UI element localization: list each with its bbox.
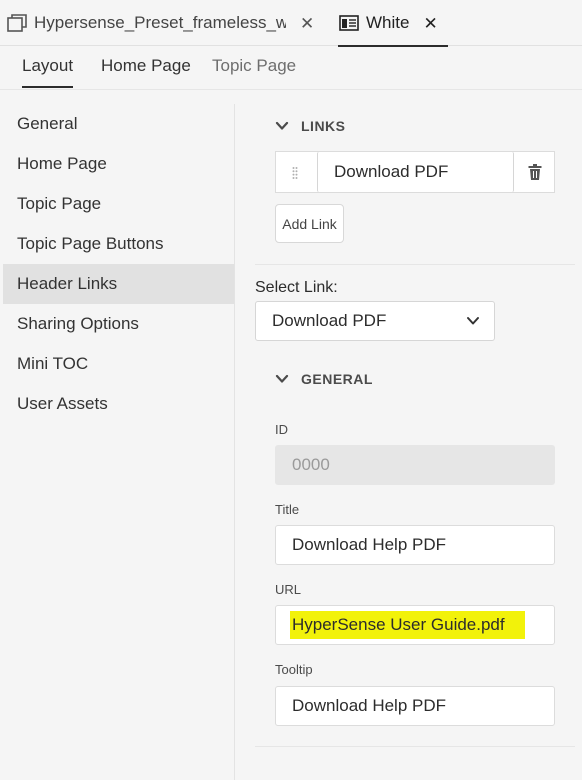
links-section-toggle[interactable]: LINKS: [275, 118, 346, 134]
nav-item-sharing-options[interactable]: Sharing Options: [0, 304, 234, 344]
settings-tab-bar: Layout Home Page Topic Page: [0, 46, 582, 90]
link-name-field[interactable]: Download PDF: [317, 152, 514, 192]
doc-tab-hypersense-preset[interactable]: Hypersense_Preset_frameless_w... ✕: [6, 0, 332, 46]
close-icon[interactable]: ✕: [423, 15, 437, 32]
nav-item-home-page[interactable]: Home Page: [0, 144, 234, 184]
header-links-panel: LINKS Download PDF Add Link Select Link:…: [235, 90, 582, 780]
links-section-title: LINKS: [301, 118, 346, 134]
drag-handle-icon[interactable]: [292, 166, 298, 180]
nav-item-topic-page[interactable]: Topic Page: [0, 184, 234, 224]
nav-item-header-links[interactable]: Header Links: [3, 264, 234, 304]
nav-item-topic-page-buttons[interactable]: Topic Page Buttons: [0, 224, 234, 264]
doc-tab-white[interactable]: White ✕: [338, 0, 448, 47]
id-label: ID: [275, 422, 288, 437]
section-divider: [255, 746, 575, 747]
tooltip-field[interactable]: Download Help PDF: [275, 686, 555, 726]
title-field[interactable]: Download Help PDF: [275, 525, 555, 565]
document-tab-bar: Hypersense_Preset_frameless_w... ✕ White…: [0, 0, 582, 47]
section-divider: [255, 264, 575, 265]
chevron-down-icon: [275, 121, 289, 130]
url-label: URL: [275, 582, 302, 597]
tooltip-label: Tooltip: [275, 662, 313, 677]
window-icon: [6, 12, 28, 34]
layout-icon: [338, 12, 360, 34]
general-section-toggle[interactable]: GENERAL: [275, 371, 373, 387]
select-link-label: Select Link:: [255, 279, 338, 296]
add-link-button[interactable]: Add Link: [275, 204, 344, 243]
tab-home-page[interactable]: Home Page: [101, 56, 191, 76]
title-label: Title: [275, 502, 300, 517]
doc-tab-label: Hypersense_Preset_frameless_w...: [34, 13, 286, 32]
link-row: Download PDF: [275, 151, 555, 193]
select-link-value: Download PDF: [272, 311, 387, 330]
doc-tab-label: White: [366, 13, 410, 32]
nav-item-general[interactable]: General: [0, 104, 234, 144]
tab-layout[interactable]: Layout: [22, 56, 74, 88]
nav-item-mini-toc[interactable]: Mini TOC: [0, 344, 234, 384]
trash-icon[interactable]: [528, 164, 542, 180]
chevron-down-icon: [275, 374, 289, 383]
nav-item-user-assets[interactable]: User Assets: [0, 384, 234, 424]
layout-nav-list: General Home Page Topic Page Topic Page …: [0, 104, 234, 424]
general-section-title: GENERAL: [301, 371, 373, 387]
select-link-dropdown[interactable]: Download PDF: [255, 301, 495, 341]
chevron-down-icon: [467, 317, 479, 325]
url-field[interactable]: HyperSense User Guide.pdf: [275, 605, 555, 645]
tab-topic-page[interactable]: Topic Page: [212, 56, 296, 76]
url-value-highlighted: HyperSense User Guide.pdf: [290, 611, 525, 639]
close-icon[interactable]: ✕: [300, 15, 314, 32]
id-field: 0000: [275, 445, 555, 485]
